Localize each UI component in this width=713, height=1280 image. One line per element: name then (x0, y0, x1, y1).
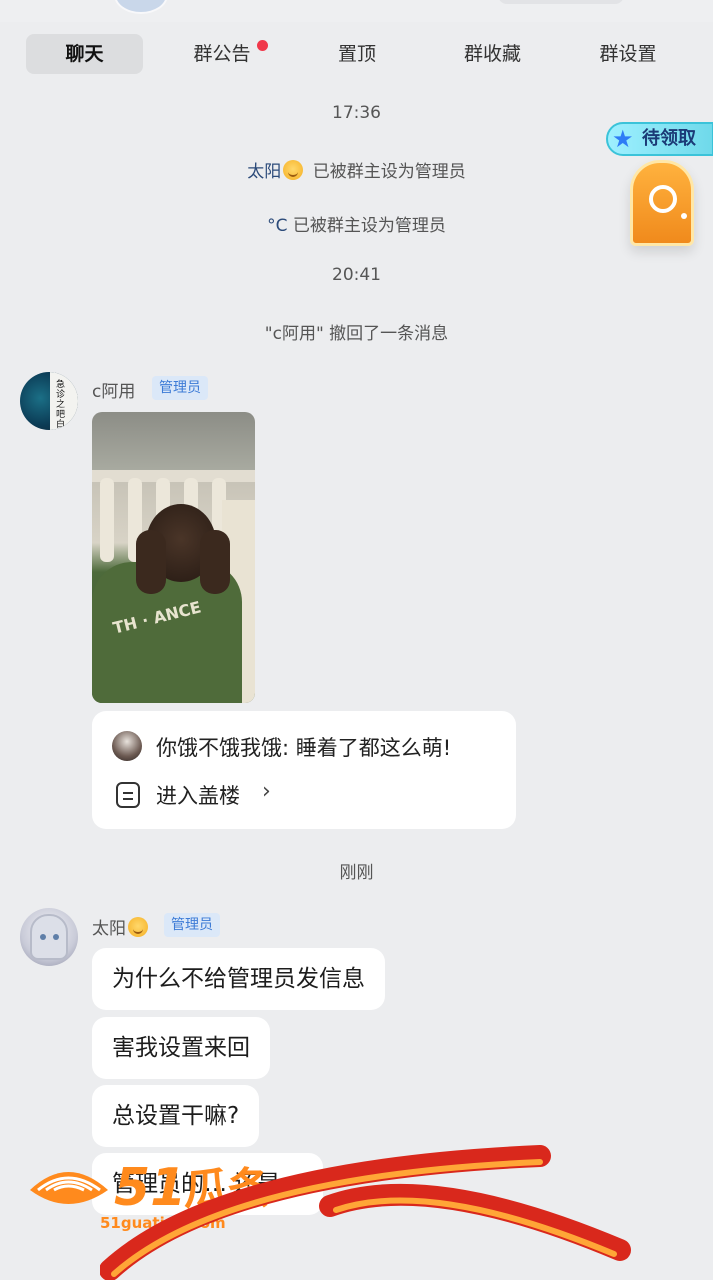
tab-pinned[interactable]: 置顶 (312, 34, 402, 74)
door-icon[interactable] (630, 160, 694, 246)
tab-group-settings[interactable]: 群设置 (578, 34, 678, 74)
system-message-user[interactable]: °C (267, 216, 287, 236)
tab-chat[interactable]: 聊天 (26, 34, 143, 74)
decorative-swoosh (100, 1145, 631, 1280)
tab-announcement[interactable]: 群公告 (172, 34, 272, 74)
photo-baluster (100, 478, 114, 562)
thread-icon (116, 782, 140, 808)
image-message[interactable]: TH · ANCE (92, 412, 255, 703)
timestamp: 20:41 (332, 265, 381, 285)
photo-hand (136, 530, 166, 594)
tab-announcement-label: 群公告 (193, 43, 251, 65)
avatar-calligraphy: 急诊 之 吧白 (56, 380, 66, 430)
admin-badge: 管理员 (164, 913, 220, 937)
chevron-right-icon: › (262, 779, 271, 804)
timestamp: 刚刚 (339, 863, 374, 883)
system-message-user[interactable]: 太阳 (247, 162, 281, 182)
smile-emoji-icon (128, 917, 148, 937)
system-message-text: 已被群主设为管理员 (312, 162, 466, 182)
enter-thread-link[interactable]: 进入盖楼 (156, 780, 240, 810)
system-message: 太阳 已被群主设为管理员 (0, 157, 713, 182)
system-message: °C 已被群主设为管理员 (0, 211, 713, 236)
tab-favorites[interactable]: 群收藏 (440, 34, 545, 74)
photo-railing (92, 470, 255, 482)
text-message-bubble[interactable]: 总设置干嘛? (92, 1085, 260, 1147)
header-pill[interactable] (498, 0, 624, 4)
recall-notice: "c阿用" 撤回了一条消息 (264, 324, 449, 344)
star-icon: ★ (612, 125, 634, 153)
sender-name[interactable]: 太阳 (92, 914, 152, 939)
avatar-hair (30, 914, 68, 960)
avatar-eye (53, 934, 59, 940)
avatar[interactable]: 急诊 之 吧白 (20, 372, 78, 430)
reply-text: 你饿不饿我饿: 睡着了都这么萌! (156, 736, 452, 760)
group-tab-bar: 聊天 群公告 置顶 群收藏 群设置 (0, 26, 713, 82)
text-message-bubble[interactable]: 为什么不给管理员发信息 (92, 948, 385, 1010)
watermelon-logo-icon (30, 1172, 108, 1204)
timestamp: 17:36 (332, 103, 381, 123)
system-message-text: 已被群主设为管理员 (292, 216, 446, 236)
sender-name-text: 太阳 (92, 919, 126, 939)
unread-dot-icon (257, 40, 268, 51)
avatar-eye (40, 934, 46, 940)
thread-reply-card[interactable]: 你饿不饿我饿: 睡着了都这么萌! 进入盖楼 › (92, 711, 516, 829)
smile-emoji-icon (283, 160, 304, 180)
avatar[interactable] (20, 908, 78, 966)
reward-pending-label: 待领取 (642, 128, 696, 149)
reward-pending-badge[interactable]: ★ 待领取 (606, 122, 713, 156)
reply-avatar[interactable] (112, 731, 142, 761)
admin-badge: 管理员 (152, 376, 208, 400)
sender-name[interactable]: c阿用 (92, 377, 135, 402)
text-message-bubble[interactable]: 害我设置来回 (92, 1017, 270, 1079)
photo-hand (200, 530, 230, 594)
